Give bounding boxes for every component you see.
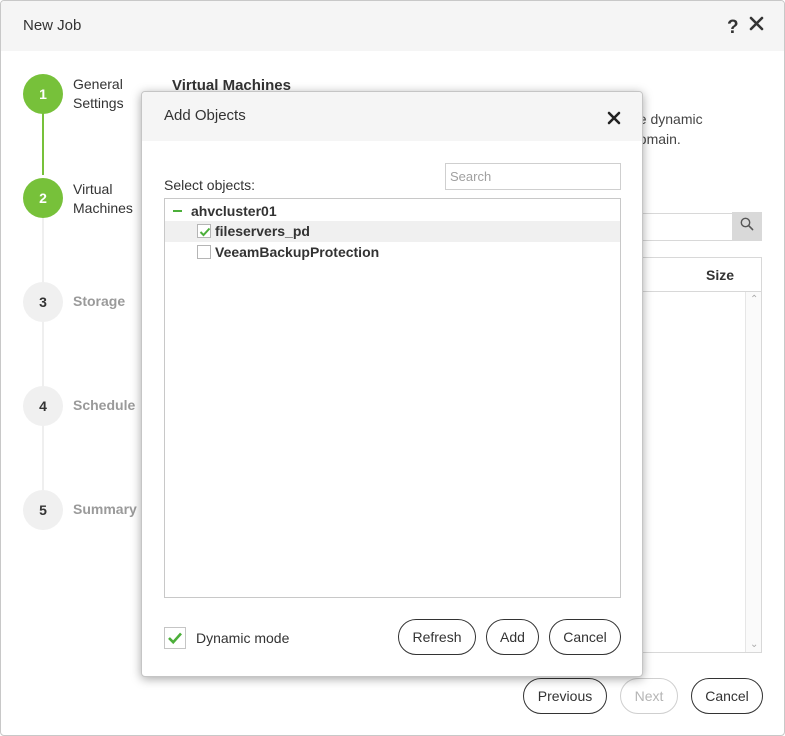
check-icon — [168, 632, 182, 645]
check-icon — [199, 227, 211, 237]
dynamic-mode-label: Dynamic mode — [196, 630, 290, 646]
item-checkbox[interactable] — [197, 245, 211, 259]
dialog-header: Add Objects — [142, 92, 642, 141]
tree-item-label: fileservers_pd — [215, 223, 310, 239]
table-scrollbar[interactable]: ⌃ ⌄ — [745, 292, 761, 652]
dialog-title: Add Objects — [164, 107, 246, 124]
step-number: 4 — [23, 386, 63, 426]
search-icon — [740, 217, 754, 236]
tree-root-node[interactable]: ahvcluster01 — [165, 201, 620, 221]
dialog-cancel-button[interactable]: Cancel — [549, 619, 621, 655]
dynamic-mode-checkbox[interactable] — [164, 627, 186, 649]
help-icon[interactable]: ? — [727, 17, 739, 39]
search-button[interactable] — [732, 212, 762, 241]
step-connector-1 — [42, 113, 44, 175]
tree-root-label: ahvcluster01 — [191, 203, 277, 219]
next-button[interactable]: Next — [620, 678, 678, 714]
window-title: New Job — [23, 17, 82, 34]
collapse-icon[interactable] — [173, 210, 182, 212]
add-objects-dialog: Add Objects Select objects: ahvcluster01… — [141, 91, 643, 677]
step-number: 2 — [23, 178, 63, 218]
scroll-up-icon[interactable]: ⌃ — [750, 294, 758, 305]
tree-item-fileservers-pd[interactable]: fileservers_pd — [165, 221, 620, 242]
object-search-input[interactable] — [445, 163, 621, 190]
tree-item-label: VeeamBackupProtection — [215, 244, 380, 260]
add-button[interactable]: Add — [486, 619, 539, 655]
step-number: 3 — [23, 282, 63, 322]
scroll-down-icon[interactable]: ⌄ — [750, 639, 758, 650]
step-connector-2 — [42, 217, 44, 287]
select-objects-label: Select objects: — [164, 177, 256, 193]
column-size[interactable]: Size — [706, 267, 734, 283]
previous-button[interactable]: Previous — [523, 678, 607, 714]
tree-item-veeambackupprotection[interactable]: VeeamBackupProtection — [165, 242, 620, 263]
object-tree: ahvcluster01 fileservers_pd VeeamBackupP… — [164, 198, 621, 598]
step-number: 1 — [23, 74, 63, 114]
step-number: 5 — [23, 490, 63, 530]
window-header: New Job ? — [1, 1, 784, 51]
close-icon[interactable] — [607, 111, 621, 130]
step-connector-4 — [42, 425, 44, 495]
item-checkbox[interactable] — [197, 224, 211, 238]
refresh-button[interactable]: Refresh — [398, 619, 476, 655]
cancel-button[interactable]: Cancel — [691, 678, 763, 714]
step-connector-3 — [42, 321, 44, 391]
close-icon[interactable] — [749, 16, 764, 36]
